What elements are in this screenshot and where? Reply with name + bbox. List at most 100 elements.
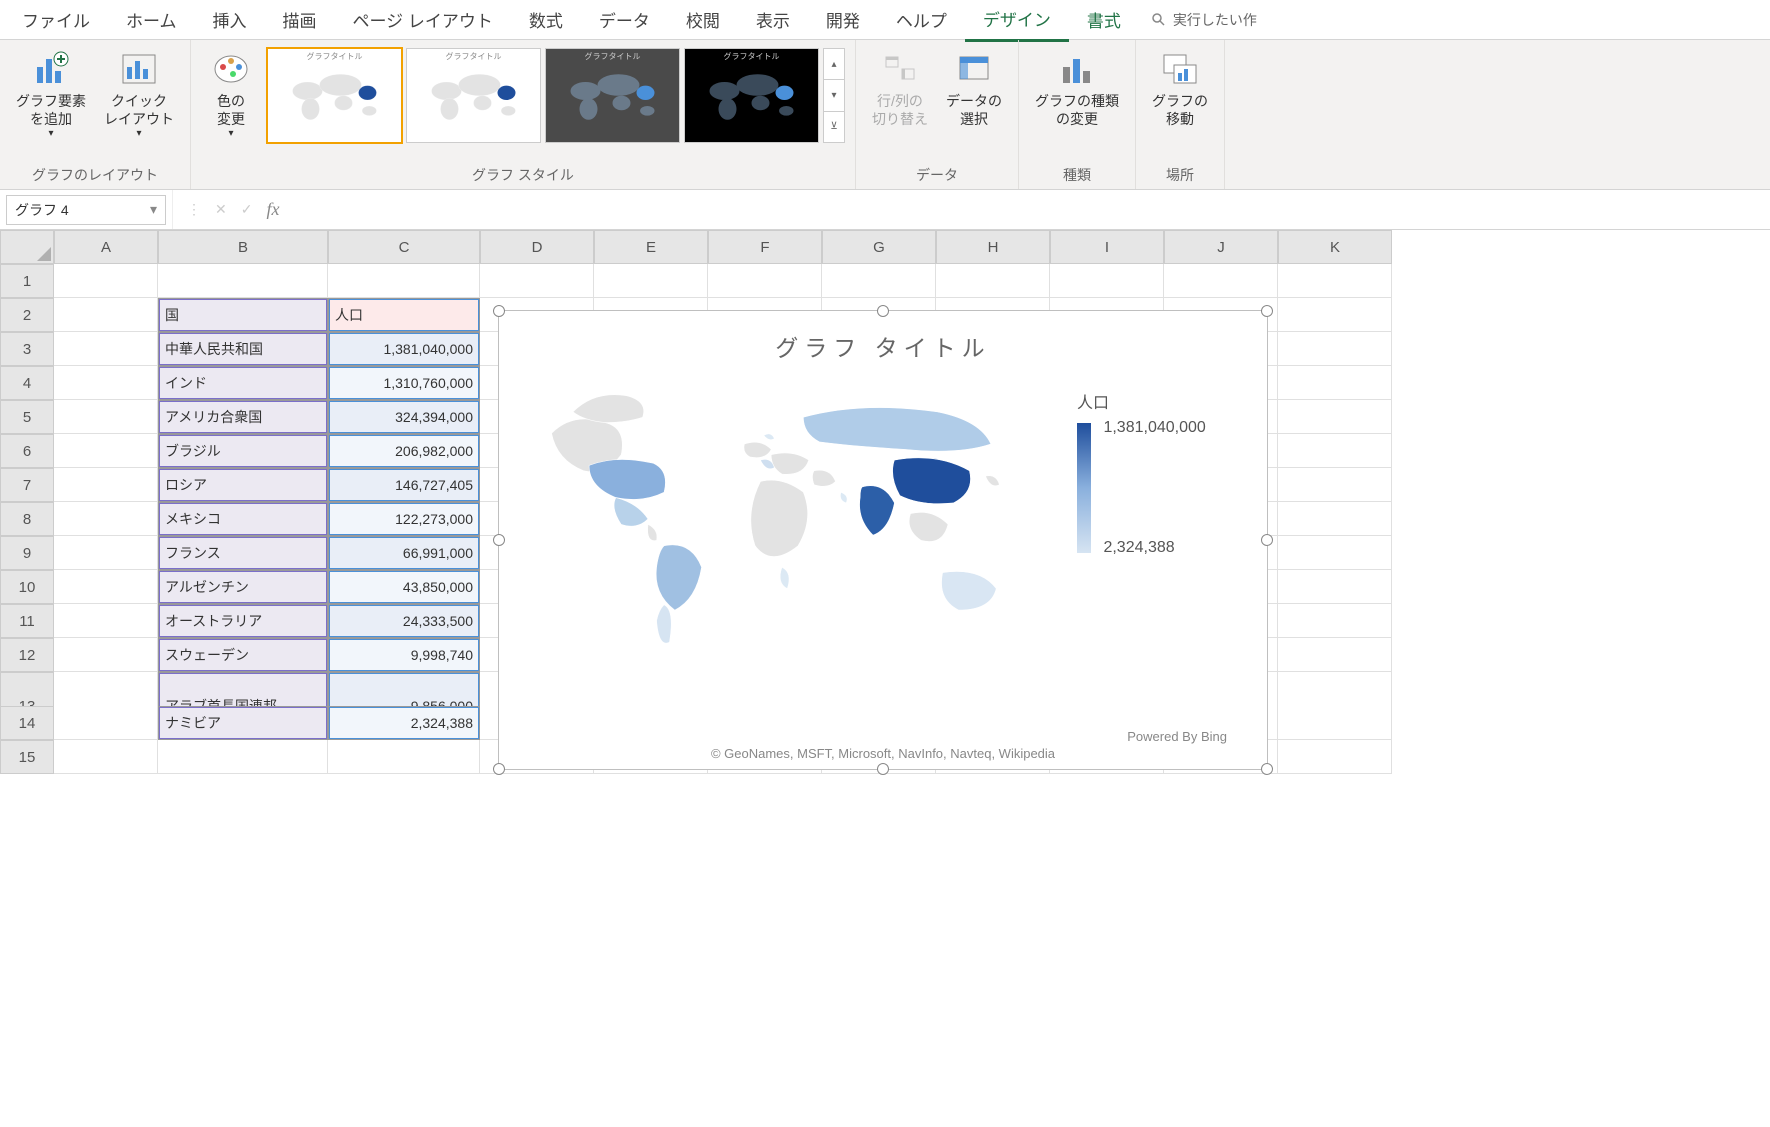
tab-draw[interactable]: 描画 [265, 0, 335, 40]
row-header-11[interactable]: 11 [0, 604, 54, 638]
fx-icon[interactable]: fx [266, 199, 279, 220]
column-header-H[interactable]: H [936, 230, 1050, 264]
row-header-7[interactable]: 7 [0, 468, 54, 502]
select-data-button[interactable]: データの 選択 [940, 44, 1008, 132]
chart-object[interactable]: グラフ タイトル [498, 310, 1268, 770]
name-box[interactable]: グラフ 4 ▾ [6, 195, 166, 225]
cell-K12[interactable] [1278, 638, 1392, 672]
column-header-B[interactable]: B [158, 230, 328, 264]
cell-A2[interactable] [54, 298, 158, 332]
cell-K1[interactable] [1278, 264, 1392, 298]
cell-K6[interactable] [1278, 434, 1392, 468]
tab-developer[interactable]: 開発 [808, 0, 878, 40]
column-header-F[interactable]: F [708, 230, 822, 264]
cell-K9[interactable] [1278, 536, 1392, 570]
cell-C9[interactable]: 66,991,000 [328, 536, 480, 570]
row-header-9[interactable]: 9 [0, 536, 54, 570]
fbar-options-icon[interactable]: ⋮ [187, 201, 201, 218]
gallery-more-button[interactable]: ⊻ [824, 112, 844, 142]
tab-format[interactable]: 書式 [1069, 0, 1139, 40]
column-header-I[interactable]: I [1050, 230, 1164, 264]
chart-style-1[interactable]: グラフタイトル [267, 48, 402, 143]
resize-handle[interactable] [1261, 534, 1273, 546]
cell-K2[interactable] [1278, 298, 1392, 332]
gallery-up-button[interactable]: ▴ [824, 49, 844, 80]
column-header-A[interactable]: A [54, 230, 158, 264]
row-header-8[interactable]: 8 [0, 502, 54, 536]
tab-formulas[interactable]: 数式 [511, 0, 581, 40]
cell-H1[interactable] [936, 264, 1050, 298]
add-chart-element-button[interactable]: グラフ要素 を追加 ▾ [10, 44, 92, 143]
cell-B8[interactable]: メキシコ [158, 502, 328, 536]
cell-B9[interactable]: フランス [158, 536, 328, 570]
cell-A5[interactable] [54, 400, 158, 434]
cell-A10[interactable] [54, 570, 158, 604]
cell-C15[interactable] [328, 740, 480, 774]
row-header-1[interactable]: 1 [0, 264, 54, 298]
chart-title[interactable]: グラフ タイトル [499, 311, 1267, 369]
worksheet-grid[interactable]: ABCDEFGHIJK12国人口3中華人民共和国1,381,040,0004イン… [0, 230, 1770, 774]
column-header-E[interactable]: E [594, 230, 708, 264]
cell-A12[interactable] [54, 638, 158, 672]
tab-home[interactable]: ホーム [108, 0, 195, 40]
cell-B5[interactable]: アメリカ合衆国 [158, 400, 328, 434]
enter-icon[interactable]: ✓ [241, 201, 253, 218]
cell-A9[interactable] [54, 536, 158, 570]
cell-A15[interactable] [54, 740, 158, 774]
tab-file[interactable]: ファイル [4, 0, 108, 40]
tab-view[interactable]: 表示 [738, 0, 808, 40]
cell-B7[interactable]: ロシア [158, 468, 328, 502]
resize-handle[interactable] [1261, 763, 1273, 775]
tab-help[interactable]: ヘルプ [878, 0, 965, 40]
cell-B15[interactable] [158, 740, 328, 774]
cell-D1[interactable] [480, 264, 594, 298]
chart-plot-area[interactable] [519, 369, 1077, 669]
cell-C7[interactable]: 146,727,405 [328, 468, 480, 502]
cell-A1[interactable] [54, 264, 158, 298]
column-header-C[interactable]: C [328, 230, 480, 264]
cell-K5[interactable] [1278, 400, 1392, 434]
cell-K3[interactable] [1278, 332, 1392, 366]
cell-C1[interactable] [328, 264, 480, 298]
cell-C10[interactable]: 43,850,000 [328, 570, 480, 604]
select-all-corner[interactable] [0, 230, 54, 264]
cell-A3[interactable] [54, 332, 158, 366]
cell-F1[interactable] [708, 264, 822, 298]
row-header-12[interactable]: 12 [0, 638, 54, 672]
cell-K14[interactable] [1278, 706, 1392, 740]
chart-style-3[interactable]: グラフタイトル [545, 48, 680, 143]
cell-E1[interactable] [594, 264, 708, 298]
cell-A11[interactable] [54, 604, 158, 638]
resize-handle[interactable] [1261, 305, 1273, 317]
cell-I1[interactable] [1050, 264, 1164, 298]
move-chart-button[interactable]: グラフの 移動 [1146, 44, 1214, 132]
cell-B3[interactable]: 中華人民共和国 [158, 332, 328, 366]
cell-K4[interactable] [1278, 366, 1392, 400]
cell-C5[interactable]: 324,394,000 [328, 400, 480, 434]
column-header-J[interactable]: J [1164, 230, 1278, 264]
tab-data[interactable]: データ [581, 0, 668, 40]
cell-A7[interactable] [54, 468, 158, 502]
cell-B2[interactable]: 国 [158, 298, 328, 332]
tab-review[interactable]: 校閲 [668, 0, 738, 40]
cell-B12[interactable]: スウェーデン [158, 638, 328, 672]
cell-C2[interactable]: 人口 [328, 298, 480, 332]
cell-K15[interactable] [1278, 740, 1392, 774]
chart-style-2[interactable]: グラフタイトル [406, 48, 541, 143]
cell-A14[interactable] [54, 706, 158, 740]
row-header-6[interactable]: 6 [0, 434, 54, 468]
column-header-D[interactable]: D [480, 230, 594, 264]
cell-C3[interactable]: 1,381,040,000 [328, 332, 480, 366]
row-header-15[interactable]: 15 [0, 740, 54, 774]
resize-handle[interactable] [493, 305, 505, 317]
cell-C11[interactable]: 24,333,500 [328, 604, 480, 638]
cell-C12[interactable]: 9,998,740 [328, 638, 480, 672]
tab-insert[interactable]: 挿入 [195, 0, 265, 40]
cell-C8[interactable]: 122,273,000 [328, 502, 480, 536]
tell-me-search[interactable]: 実行したい作 [1139, 10, 1269, 30]
change-chart-type-button[interactable]: グラフの種類 の変更 [1029, 44, 1125, 132]
row-header-10[interactable]: 10 [0, 570, 54, 604]
row-header-14[interactable]: 14 [0, 706, 54, 740]
cell-B11[interactable]: オーストラリア [158, 604, 328, 638]
cell-C4[interactable]: 1,310,760,000 [328, 366, 480, 400]
